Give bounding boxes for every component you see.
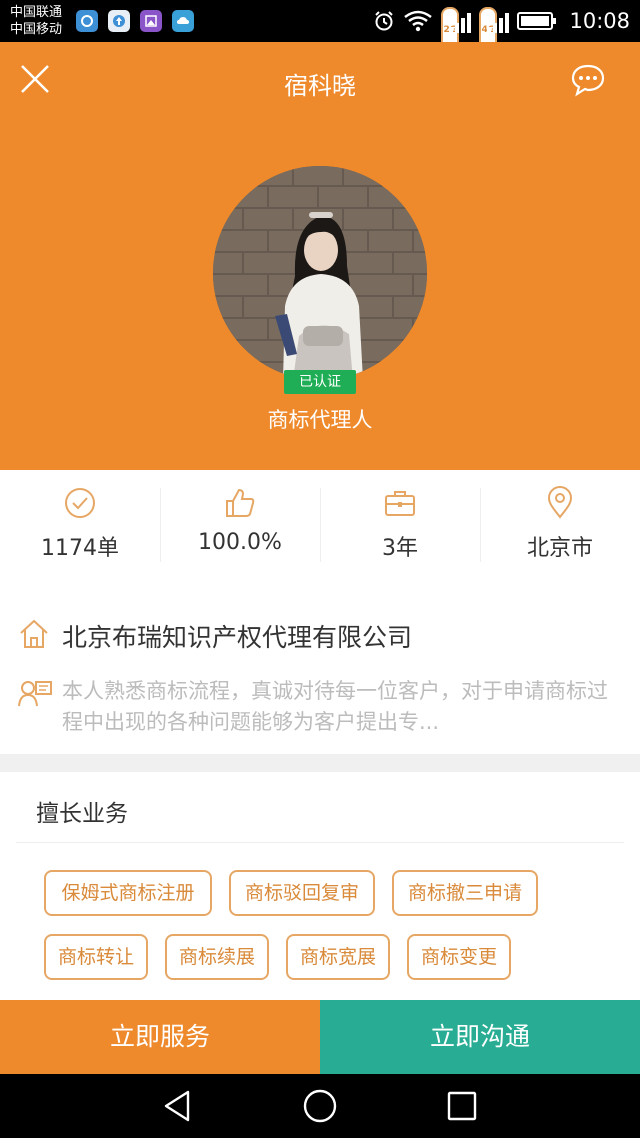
alarm-icon [375,11,394,31]
location-pin-icon [547,486,573,519]
stat-value: 100.0% [198,530,282,555]
gallery-app-icon [140,10,162,32]
upload-app-icon [108,10,130,32]
signal-2g-icon: 2G [441,7,472,53]
specialty-tag[interactable]: 商标续展 [165,934,269,980]
specialties-title: 擅长业务 [36,801,128,827]
specialties-section: 擅长业务 保姆式商标注册 商标驳回复审 商标撤三申请 商标转让 商标续展 商标宽… [0,772,640,1000]
message-button[interactable] [570,62,606,98]
stats-bar: 1174单 100.0% 3年 北京市 [0,470,640,582]
agent-bio: 本人熟悉商标流程，真诚对待每一位客户，对于申请商标过程中出现的各种问题能够为客户… [62,679,608,734]
section-divider [0,754,640,772]
specialty-tag[interactable]: 商标撤三申请 [392,870,538,916]
carrier-1: 中国联通 [10,5,63,20]
specialty-tag[interactable]: 商标转让 [44,934,148,980]
stat-orders: 1174单 [0,470,160,582]
verified-badge: 已认证 [284,370,356,394]
thumbs-up-icon [226,488,255,517]
stat-value: 3年 [382,536,418,561]
weather-app-icon [76,10,98,32]
home-icon [20,619,48,648]
specialty-tag[interactable]: 商标驳回复审 [229,870,375,916]
battery-icon [517,12,557,30]
stat-location: 北京市 [480,470,640,582]
signal-4g-icon: 4G [479,7,510,53]
back-icon[interactable] [160,1088,196,1124]
system-nav-bar [0,1074,640,1138]
carrier-2: 中国移动 [10,22,63,37]
carrier-info: 中国联通 中国移动 [10,4,62,38]
stat-rating: 100.0% [160,470,320,582]
home-circle-icon[interactable] [302,1088,338,1124]
person-intro-icon [18,681,52,707]
role-label: 商标代理人 [267,408,373,432]
serve-now-button[interactable]: 立即服务 [0,1000,320,1074]
chat-now-button[interactable]: 立即沟通 [320,1000,640,1074]
chat-bubble-icon [571,64,605,97]
clock: 10:08 [569,9,630,33]
status-bar: 中国联通 中国移动 2G 4G 10:08 [0,0,640,53]
company-section: 北京布瑞知识产权代理有限公司 本人熟悉商标流程，真诚对待每一位客户，对于申请商标… [0,596,640,754]
stat-value: 北京市 [526,536,593,561]
page-title: 宿科晓 [284,72,356,100]
stat-value: 1174单 [41,536,119,561]
recents-square-icon[interactable] [444,1088,480,1124]
check-circle-icon [65,488,95,518]
specialty-tag[interactable]: 商标变更 [407,934,511,980]
wifi-icon [404,10,433,32]
status-indicators: 2G 4G 10:08 [373,0,630,53]
stat-experience: 3年 [320,470,480,582]
avatar [213,166,427,380]
specialty-tag[interactable]: 商标宽展 [286,934,390,980]
notification-icons [76,10,194,32]
cloud-app-icon [172,10,194,32]
company-name: 北京布瑞知识产权代理有限公司 [62,623,413,652]
divider [16,842,624,843]
specialty-tag[interactable]: 保姆式商标注册 [44,870,212,916]
briefcase-icon [385,491,415,516]
profile-header: 宿科晓 已认证 商标代理人 [0,42,640,470]
